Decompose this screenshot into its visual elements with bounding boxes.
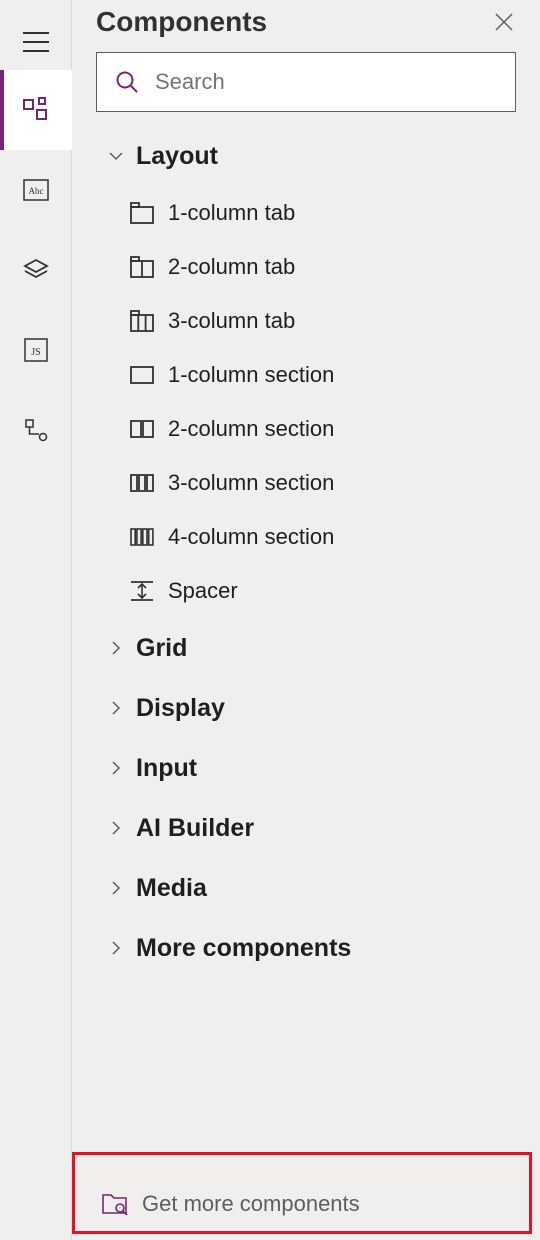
footer-label: Get more components (142, 1191, 360, 1217)
rail-active-indicator (0, 70, 4, 150)
search-input[interactable] (153, 68, 497, 96)
group-label: More components (136, 934, 351, 963)
panel-title: Components (96, 6, 267, 38)
item-spacer[interactable]: Spacer (96, 564, 516, 618)
rail-components-button[interactable] (0, 70, 72, 150)
group-label: Media (136, 874, 207, 903)
layers-icon (23, 257, 49, 283)
one-column-tab-icon (130, 202, 154, 224)
svg-text:JS: JS (31, 347, 40, 358)
one-column-section-icon (130, 366, 154, 384)
group-media[interactable]: Media (96, 858, 516, 918)
folder-search-icon (102, 1193, 128, 1215)
chevron-down-icon (108, 148, 124, 164)
item-4-column-section[interactable]: 4-column section (96, 510, 516, 564)
group-ai-builder[interactable]: AI Builder (96, 798, 516, 858)
search-icon (115, 70, 139, 94)
hierarchy-icon (24, 418, 48, 442)
item-label: 3-column section (168, 470, 334, 496)
chevron-right-icon (108, 760, 124, 776)
spacer-icon (130, 581, 154, 601)
item-1-column-section[interactable]: 1-column section (96, 348, 516, 402)
rail-tree-button[interactable] (0, 390, 72, 470)
chevron-right-icon (108, 640, 124, 656)
item-label: 2-column tab (168, 254, 295, 280)
group-grid[interactable]: Grid (96, 618, 516, 678)
item-2-column-tab[interactable]: 2-column tab (96, 240, 516, 294)
hamburger-menu-button[interactable] (0, 14, 72, 70)
item-label: 3-column tab (168, 308, 295, 334)
three-column-tab-icon (130, 310, 154, 332)
chevron-right-icon (108, 940, 124, 956)
get-more-components-button[interactable]: Get more components (72, 1168, 540, 1240)
group-label: Display (136, 694, 225, 723)
group-label: Layout (136, 142, 218, 171)
rail-layers-button[interactable] (0, 230, 72, 310)
chevron-right-icon (108, 820, 124, 836)
group-more-components[interactable]: More components (96, 918, 516, 978)
item-label: Spacer (168, 578, 238, 604)
item-1-column-tab[interactable]: 1-column tab (96, 186, 516, 240)
abc-icon: Abc (23, 179, 49, 201)
group-layout[interactable]: Layout (96, 126, 516, 186)
group-label: Input (136, 754, 197, 783)
item-3-column-tab[interactable]: 3-column tab (96, 294, 516, 348)
components-tree: Layout 1-column tab 2-column tab (72, 120, 540, 1168)
close-button[interactable] (488, 6, 520, 38)
close-icon (494, 12, 514, 32)
chevron-right-icon (108, 700, 124, 716)
rail-js-button[interactable]: JS (0, 310, 72, 390)
item-3-column-section[interactable]: 3-column section (96, 456, 516, 510)
item-label: 1-column tab (168, 200, 295, 226)
group-input[interactable]: Input (96, 738, 516, 798)
item-label: 1-column section (168, 362, 334, 388)
svg-text:Abc: Abc (28, 186, 43, 196)
rail-text-button[interactable]: Abc (0, 150, 72, 230)
components-icon (22, 96, 50, 124)
tool-rail: Abc JS (0, 0, 72, 1240)
group-label: Grid (136, 634, 187, 663)
item-label: 2-column section (168, 416, 334, 442)
item-2-column-section[interactable]: 2-column section (96, 402, 516, 456)
three-column-section-icon (130, 474, 154, 492)
js-icon: JS (24, 338, 48, 362)
four-column-section-icon (130, 528, 154, 546)
search-box[interactable] (96, 52, 516, 112)
two-column-tab-icon (130, 256, 154, 278)
item-label: 4-column section (168, 524, 334, 550)
group-display[interactable]: Display (96, 678, 516, 738)
two-column-section-icon (130, 420, 154, 438)
chevron-right-icon (108, 880, 124, 896)
components-panel: Components Layout 1-column tab (72, 0, 540, 1240)
group-label: AI Builder (136, 814, 254, 843)
